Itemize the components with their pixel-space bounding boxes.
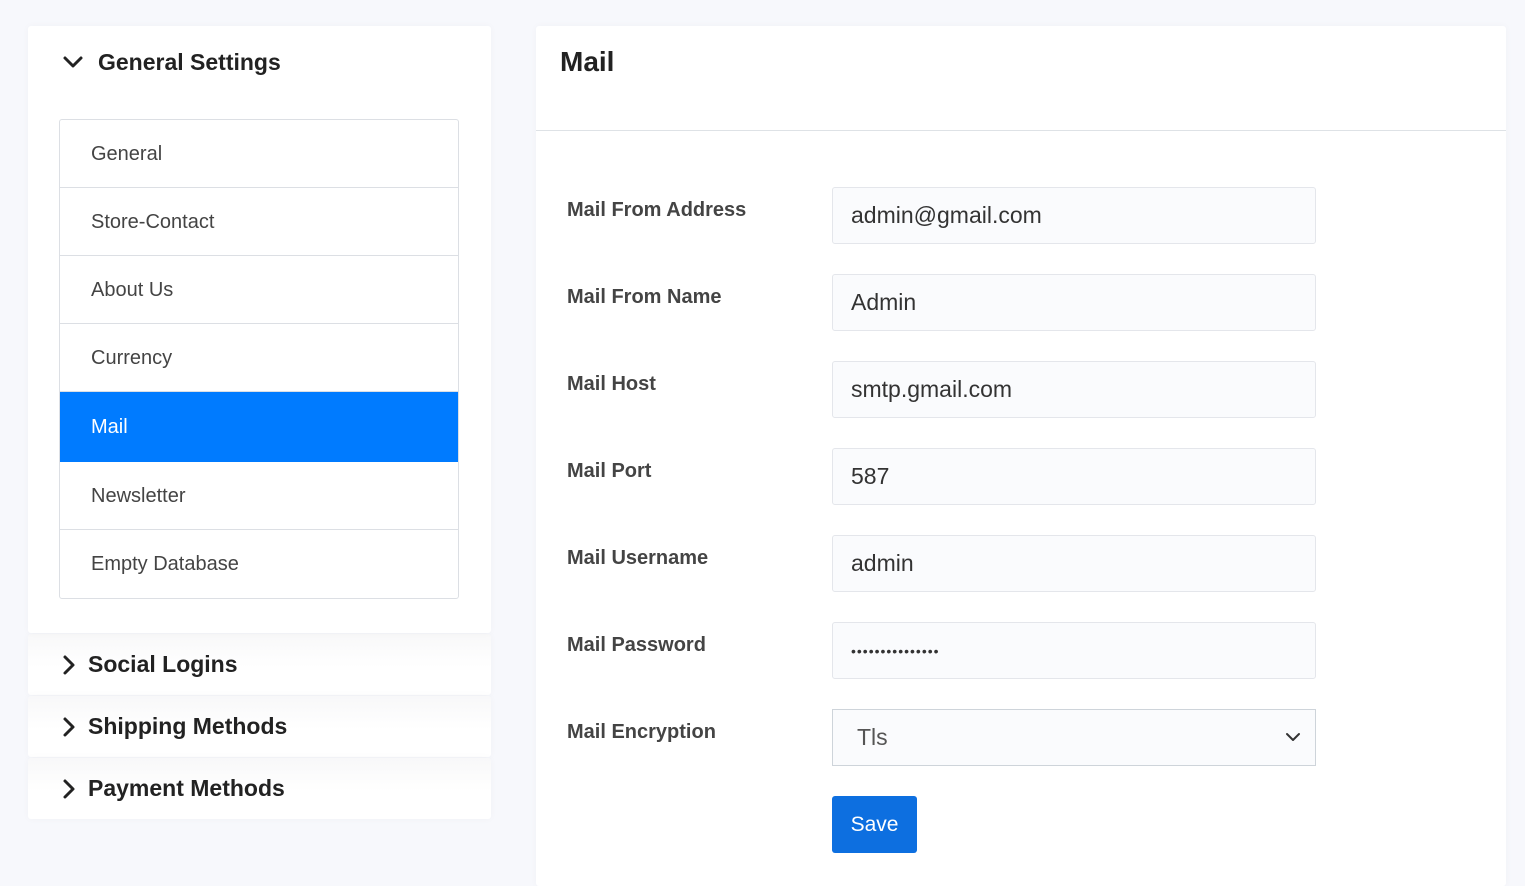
mail-from-name-input[interactable] (832, 274, 1316, 331)
mail-encryption-value: Tls (857, 724, 888, 750)
menu-item-newsletter[interactable]: Newsletter (60, 462, 458, 530)
form-row-username: Mail Username (567, 535, 1327, 592)
mail-port-input[interactable] (832, 448, 1316, 505)
card-divider (536, 130, 1506, 131)
mail-encryption-label: Mail Encryption (567, 721, 716, 743)
menu-item-currency[interactable]: Currency (60, 324, 458, 392)
mail-password-label: Mail Password (567, 634, 706, 656)
mail-encryption-select[interactable]: Tls (832, 709, 1316, 766)
payment-methods-header[interactable]: Payment Methods (28, 758, 491, 819)
chevron-down-icon (1286, 733, 1300, 741)
form-row-port: Mail Port (567, 448, 1327, 505)
mail-host-input[interactable] (832, 361, 1316, 418)
mail-username-input[interactable] (832, 535, 1316, 592)
form-row-password: Mail Password (567, 622, 1327, 679)
social-logins-title: Social Logins (88, 651, 238, 677)
general-settings-header[interactable]: General Settings (62, 46, 281, 78)
form-row-from-address: Mail From Address (567, 187, 1327, 244)
chevron-right-icon (63, 717, 75, 736)
menu-item-about-us[interactable]: About Us (60, 256, 458, 324)
form-row-host: Mail Host (567, 361, 1327, 418)
mail-host-label: Mail Host (567, 373, 656, 395)
mail-from-address-label: Mail From Address (567, 199, 747, 221)
menu-item-general[interactable]: General (60, 120, 458, 188)
menu-item-store-contact[interactable]: Store-Contact (60, 188, 458, 256)
mail-from-address-input[interactable] (832, 187, 1316, 244)
mail-password-input[interactable] (832, 622, 1316, 679)
payment-methods-title: Payment Methods (88, 775, 285, 801)
settings-sidebar: General Settings General Store-Contact A… (28, 26, 491, 819)
payment-methods-panel: Payment Methods (28, 758, 491, 819)
form-row-from-name: Mail From Name (567, 274, 1327, 331)
menu-item-mail[interactable]: Mail (60, 392, 458, 462)
shipping-methods-title: Shipping Methods (88, 713, 288, 739)
mail-port-label: Mail Port (567, 460, 652, 482)
mail-from-name-label: Mail From Name (567, 286, 722, 308)
mail-username-label: Mail Username (567, 547, 709, 569)
general-settings-title: General Settings (98, 48, 281, 75)
shipping-methods-panel: Shipping Methods (28, 696, 491, 757)
chevron-right-icon (63, 655, 75, 674)
shipping-methods-header[interactable]: Shipping Methods (28, 696, 491, 757)
page-title: Mail (560, 46, 615, 77)
mail-settings-card: Mail Mail From Address Mail From Name Ma… (536, 26, 1506, 886)
form-row-encryption: Mail Encryption Tls (567, 709, 1327, 766)
general-settings-panel: General Settings General Store-Contact A… (28, 26, 491, 633)
save-button[interactable]: Save (832, 796, 917, 853)
social-logins-header[interactable]: Social Logins (28, 634, 491, 695)
menu-item-empty-database[interactable]: Empty Database (60, 530, 458, 598)
chevron-right-icon (63, 779, 75, 798)
chevron-down-icon (63, 56, 83, 68)
general-settings-menu: General Store-Contact About Us Currency … (59, 119, 459, 599)
social-logins-panel: Social Logins (28, 634, 491, 695)
